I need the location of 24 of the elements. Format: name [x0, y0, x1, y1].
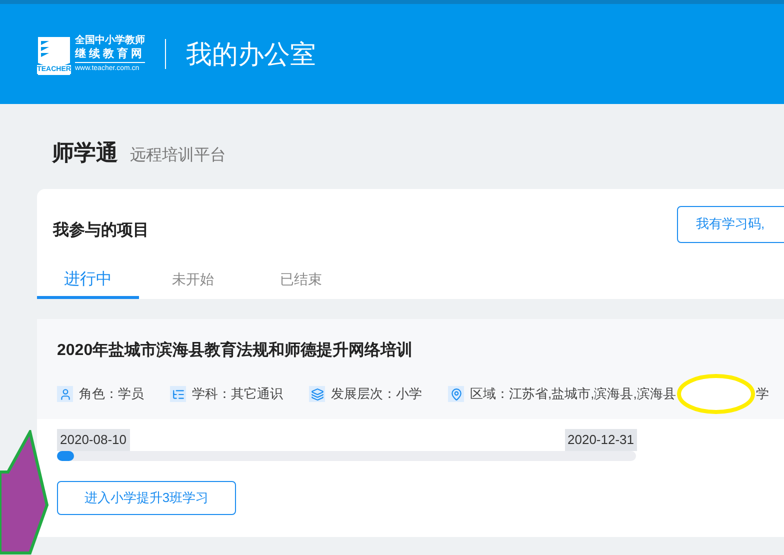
section-heading: 我参与的项目: [53, 220, 149, 241]
study-code-button[interactable]: 我有学习码,: [677, 206, 784, 242]
info-text: 学: [756, 385, 769, 404]
start-date: 2020-08-10: [57, 429, 130, 450]
logo-line: 继续教育网: [75, 49, 145, 63]
logo-book-icon: [37, 34, 71, 76]
logo-line: 全国中小学教师: [75, 36, 145, 46]
status-tab[interactable]: 未开始: [139, 263, 247, 299]
info-text: 学科：其它通识: [192, 385, 283, 404]
status-tab[interactable]: 进行中: [37, 263, 139, 299]
subject-icon: [170, 386, 186, 402]
info-text: 区域：江苏省,盐城市,滨海县,滨海县: [470, 385, 676, 404]
level-icon: [309, 386, 325, 402]
project-title: 2020年盐城市滨海县教育法规和师德提升网络培训: [57, 340, 414, 361]
page-header-title: 我的办公室: [186, 38, 316, 70]
info-text: 角色：学员: [79, 385, 144, 404]
info-text: 发展层次：小学: [331, 385, 422, 404]
role-icon: [57, 386, 73, 402]
region-icon: [448, 386, 464, 402]
end-date: 2020-12-31: [564, 429, 637, 450]
enter-study-button[interactable]: 进入小学提升3班学习: [57, 480, 236, 514]
product-name: 师学通: [52, 139, 118, 167]
status-tab[interactable]: 已结束: [247, 263, 355, 299]
product-subtitle: 远程培训平台: [130, 146, 226, 166]
